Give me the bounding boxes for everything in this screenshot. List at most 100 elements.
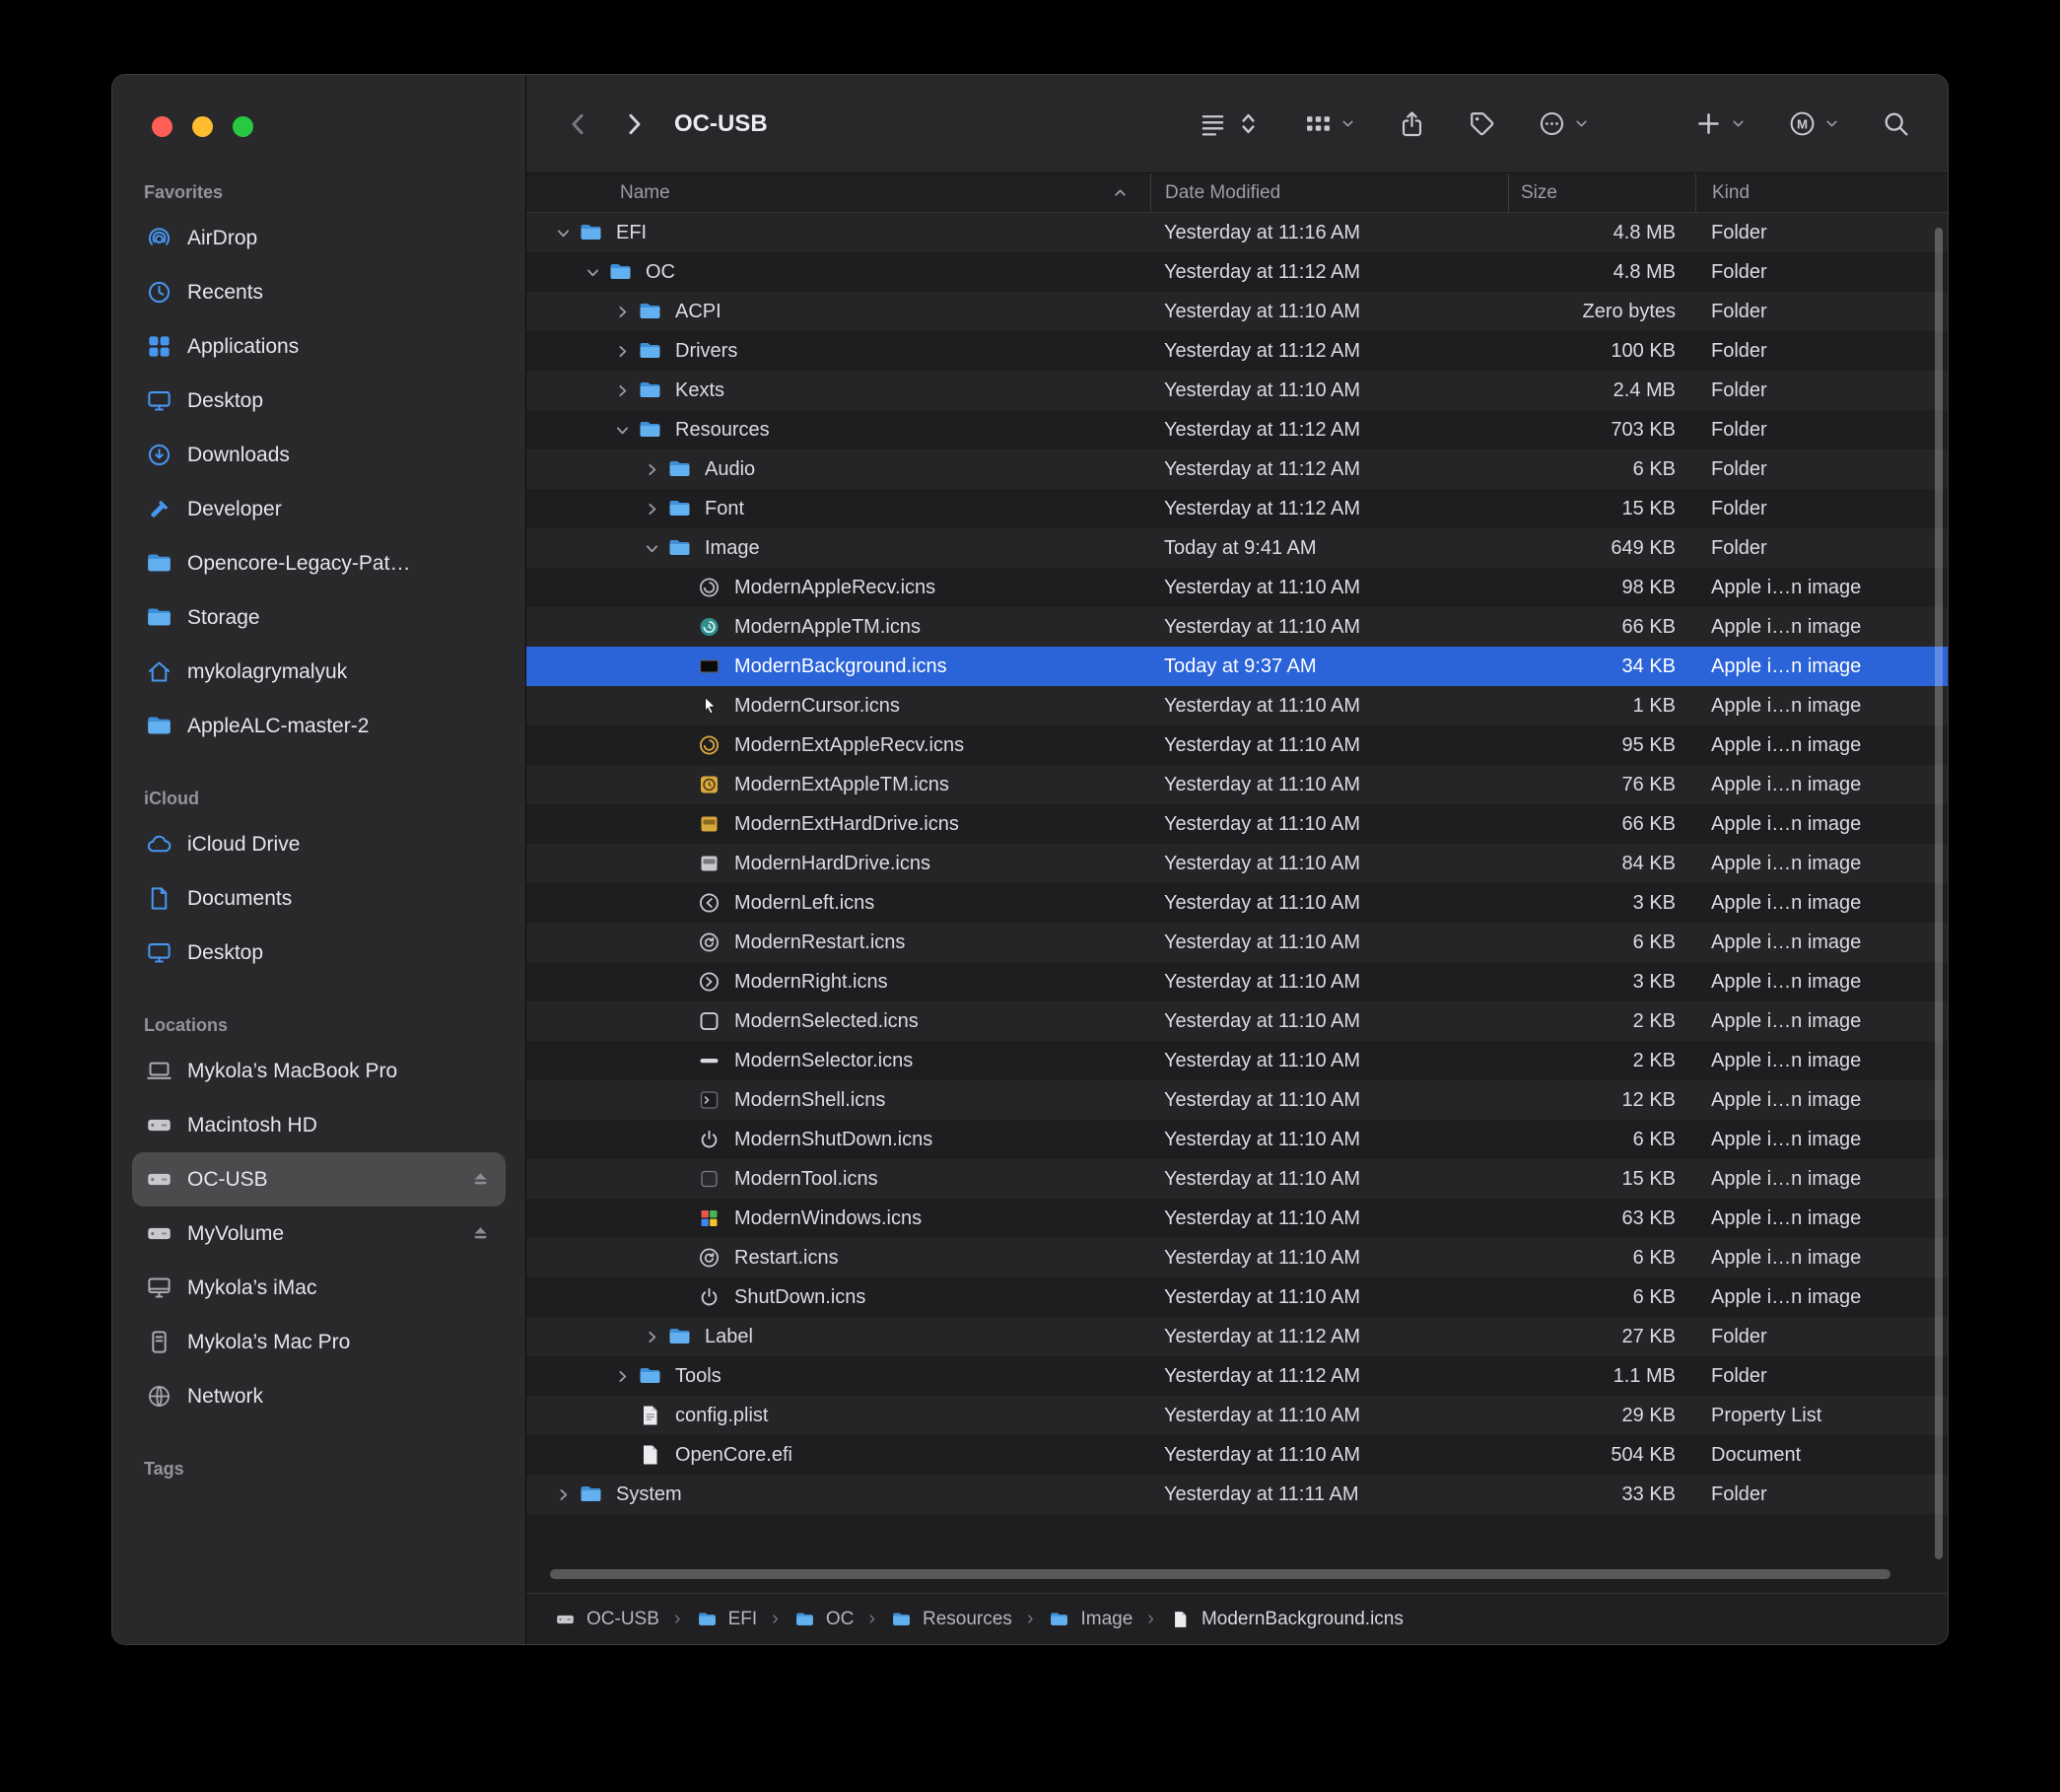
group-by-button[interactable] (1304, 109, 1356, 138)
share-button[interactable] (1398, 109, 1426, 138)
file-name: config.plist (675, 1405, 769, 1427)
sidebar-item-mykola-s-macbook-pro[interactable]: Mykola’s MacBook Pro (132, 1044, 506, 1098)
file-row-moderncursor-icns[interactable]: ModernCursor.icnsYesterday at 11:10 AM1 … (526, 686, 1948, 725)
column-header-kind[interactable]: Kind (1695, 173, 1948, 212)
disclosure-triangle[interactable] (607, 343, 637, 360)
sidebar-item-myvolume[interactable]: MyVolume (132, 1206, 506, 1261)
file-row-drivers[interactable]: DriversYesterday at 11:12 AM100 KBFolder (526, 331, 1948, 371)
file-name: ModernShutDown.icns (734, 1129, 932, 1151)
file-row-modernextappletm-icns[interactable]: ModernExtAppleTM.icnsYesterday at 11:10 … (526, 765, 1948, 804)
file-row-modernrestart-icns[interactable]: ModernRestart.icnsYesterday at 11:10 AM6… (526, 923, 1948, 962)
file-name: Drivers (675, 340, 737, 363)
file-row-modernleft-icns[interactable]: ModernLeft.icnsYesterday at 11:10 AM3 KB… (526, 883, 1948, 923)
disclosure-triangle[interactable] (607, 382, 637, 399)
file-row-tools[interactable]: ToolsYesterday at 11:12 AM1.1 MBFolder (526, 1356, 1948, 1396)
file-row-modernharddrive-icns[interactable]: ModernHardDrive.icnsYesterday at 11:10 A… (526, 844, 1948, 883)
disclosure-triangle[interactable] (637, 540, 666, 557)
sidebar-item-applealc-master-2[interactable]: AppleALC-master-2 (132, 699, 506, 753)
file-row-config-plist[interactable]: config.plistYesterday at 11:10 AM29 KBPr… (526, 1396, 1948, 1435)
file-row-label[interactable]: LabelYesterday at 11:12 AM27 KBFolder (526, 1317, 1948, 1356)
disclosure-triangle[interactable] (637, 461, 666, 478)
sidebar-item-recents[interactable]: Recents (132, 265, 506, 319)
path-item-modernbackground-icns[interactable]: ModernBackground.icns (1169, 1609, 1404, 1630)
sidebar-item-network[interactable]: Network (132, 1369, 506, 1423)
file-row-modernextapplerecv-icns[interactable]: ModernExtAppleRecv.icnsYesterday at 11:1… (526, 725, 1948, 765)
file-row-modernshutdown-icns[interactable]: ModernShutDown.icnsYesterday at 11:10 AM… (526, 1120, 1948, 1159)
sidebar-item-mykola-s-imac[interactable]: Mykola’s iMac (132, 1261, 506, 1315)
path-item-oc-usb[interactable]: OC-USB (554, 1609, 659, 1630)
file-row-oc[interactable]: OCYesterday at 11:12 AM4.8 MBFolder (526, 252, 1948, 292)
close-button[interactable] (152, 116, 172, 137)
sidebar-item-icloud-drive[interactable]: iCloud Drive (132, 817, 506, 871)
file-row-modernappletm-icns[interactable]: ModernAppleTM.icnsYesterday at 11:10 AM6… (526, 607, 1948, 647)
file-row-restart-icns[interactable]: Restart.icnsYesterday at 11:10 AM6 KBApp… (526, 1238, 1948, 1277)
account-button[interactable]: M (1788, 109, 1840, 138)
file-row-opencore-efi[interactable]: OpenCore.efiYesterday at 11:10 AM504 KBD… (526, 1435, 1948, 1475)
folder-icon (696, 1610, 719, 1629)
disclosure-triangle[interactable] (548, 225, 578, 241)
column-header-date-modified[interactable]: Date Modified (1150, 173, 1508, 212)
file-row-resources[interactable]: ResourcesYesterday at 11:12 AM703 KBFold… (526, 410, 1948, 449)
sidebar-item-oc-usb[interactable]: OC-USB (132, 1152, 506, 1206)
file-row-modernselector-icns[interactable]: ModernSelector.icnsYesterday at 11:10 AM… (526, 1041, 1948, 1080)
path-item-resources[interactable]: Resources (890, 1609, 1012, 1630)
minimize-button[interactable] (192, 116, 213, 137)
disclosure-triangle[interactable] (607, 304, 637, 320)
file-row-font[interactable]: FontYesterday at 11:12 AM15 KBFolder (526, 489, 1948, 528)
sidebar-item-developer[interactable]: Developer (132, 482, 506, 536)
sidebar-item-label: MyVolume (187, 1222, 284, 1246)
forward-button[interactable] (619, 108, 649, 140)
file-kind: Apple i…n image (1695, 695, 1948, 718)
file-row-audio[interactable]: AudioYesterday at 11:12 AM6 KBFolder (526, 449, 1948, 489)
back-button[interactable] (564, 108, 593, 140)
sidebar-item-downloads[interactable]: Downloads (132, 428, 506, 482)
horizontal-scrollbar[interactable] (550, 1569, 1890, 1579)
disclosure-triangle[interactable] (637, 501, 666, 517)
sidebar-item-documents[interactable]: Documents (132, 871, 506, 926)
path-item-oc[interactable]: OC (793, 1609, 855, 1630)
sidebar-item-mykola-s-mac-pro[interactable]: Mykola’s Mac Pro (132, 1315, 506, 1369)
file-row-image[interactable]: ImageToday at 9:41 AM649 KBFolder (526, 528, 1948, 568)
sidebar-item-mykolagrymalyuk[interactable]: mykolagrymalyuk (132, 645, 506, 699)
disclosure-right-icon (614, 304, 631, 320)
more-actions-button[interactable] (1538, 109, 1590, 138)
file-row-modernwindows-icns[interactable]: ModernWindows.icnsYesterday at 11:10 AM6… (526, 1199, 1948, 1238)
sidebar-item-desktop[interactable]: Desktop (132, 374, 506, 428)
path-item-image[interactable]: Image (1048, 1609, 1133, 1630)
file-row-kexts[interactable]: KextsYesterday at 11:10 AM2.4 MBFolder (526, 371, 1948, 410)
sidebar-item-airdrop[interactable]: AirDrop (132, 211, 506, 265)
file-row-shutdown-icns[interactable]: ShutDown.icnsYesterday at 11:10 AM6 KBAp… (526, 1277, 1948, 1317)
file-row-modernselected-icns[interactable]: ModernSelected.icnsYesterday at 11:10 AM… (526, 1001, 1948, 1041)
file-row-system[interactable]: SystemYesterday at 11:11 AM33 KBFolder (526, 1475, 1948, 1514)
path-item-efi[interactable]: EFI (696, 1609, 758, 1630)
view-options-button[interactable] (1199, 109, 1263, 138)
sidebar-item-macintosh-hd[interactable]: Macintosh HD (132, 1098, 506, 1152)
file-row-efi[interactable]: EFIYesterday at 11:16 AM4.8 MBFolder (526, 213, 1948, 252)
disclosure-triangle[interactable] (637, 1329, 666, 1345)
file-row-modernextharddrive-icns[interactable]: ModernExtHardDrive.icnsYesterday at 11:1… (526, 804, 1948, 844)
search-button[interactable] (1882, 109, 1910, 138)
file-row-modernshell-icns[interactable]: ModernShell.icnsYesterday at 11:10 AM12 … (526, 1080, 1948, 1120)
sidebar-item-storage[interactable]: Storage (132, 590, 506, 645)
disclosure-triangle[interactable] (578, 264, 607, 281)
disclosure-triangle[interactable] (607, 1368, 637, 1385)
file-row-modernapplerecv-icns[interactable]: ModernAppleRecv.icnsYesterday at 11:10 A… (526, 568, 1948, 607)
disclosure-triangle[interactable] (548, 1486, 578, 1503)
sidebar-item-opencore-legacy-pat[interactable]: Opencore-Legacy-Pat… (132, 536, 506, 590)
file-size: 84 KB (1508, 853, 1695, 875)
tags-button[interactable] (1468, 109, 1496, 138)
sidebar-item-desktop[interactable]: Desktop (132, 926, 506, 980)
file-row-modernbackground-icns[interactable]: ModernBackground.icnsToday at 9:37 AM34 … (526, 647, 1948, 686)
zoom-button[interactable] (233, 116, 253, 137)
sidebar-item-label: Network (187, 1385, 263, 1409)
vertical-scrollbar[interactable] (1935, 228, 1943, 1559)
new-item-button[interactable] (1694, 109, 1747, 138)
file-row-modernright-icns[interactable]: ModernRight.icnsYesterday at 11:10 AM3 K… (526, 962, 1948, 1001)
column-header-name[interactable]: Name (526, 173, 1150, 212)
disclosure-triangle[interactable] (607, 422, 637, 439)
chevron-down-icon (1339, 115, 1356, 132)
file-row-moderntool-icns[interactable]: ModernTool.icnsYesterday at 11:10 AM15 K… (526, 1159, 1948, 1199)
file-row-acpi[interactable]: ACPIYesterday at 11:10 AMZero bytesFolde… (526, 292, 1948, 331)
sidebar-item-applications[interactable]: Applications (132, 319, 506, 374)
column-header-size[interactable]: Size (1508, 173, 1695, 212)
